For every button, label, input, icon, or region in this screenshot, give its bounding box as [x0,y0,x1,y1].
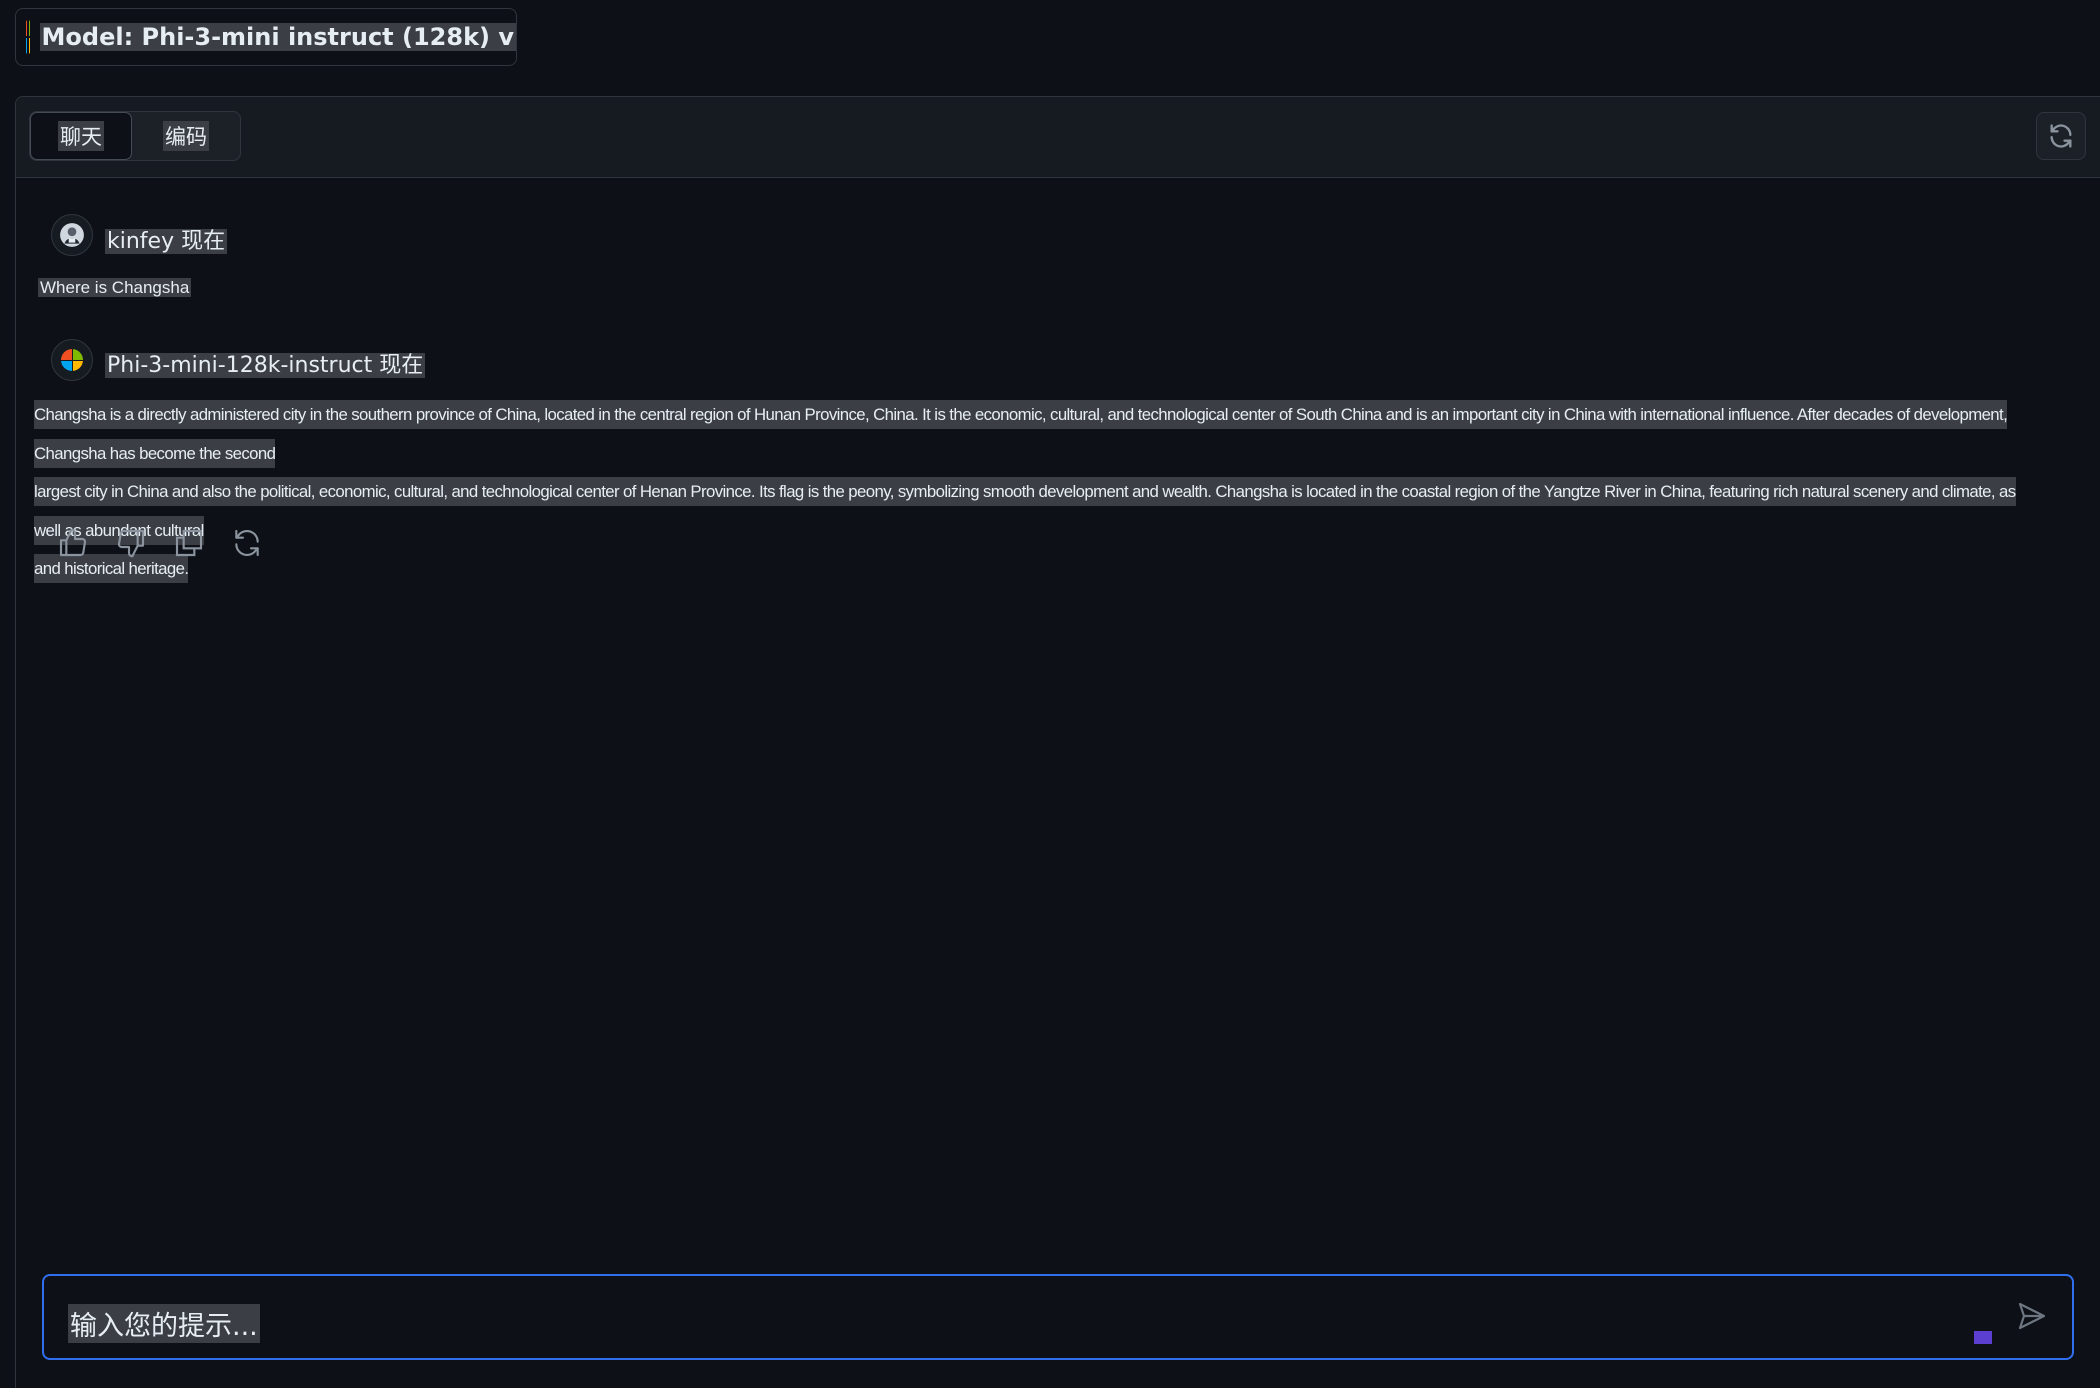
thumbs-down-button[interactable] [115,527,147,559]
model-picker[interactable]: Model: Phi-3-mini instruct (128k) v [15,8,517,66]
assistant-avatar [51,339,93,381]
user-avatar-icon [60,223,84,247]
refresh-icon [2050,124,2072,148]
copy-button[interactable] [173,527,205,559]
assistant-message-line: Changsha is a directly administered city… [34,396,2044,473]
message-actions [57,527,263,559]
input-indicator [1974,1331,1992,1344]
assistant-message-line: largest city in China and also the polit… [34,473,2044,550]
prompt-input[interactable] [44,1276,2072,1358]
send-button[interactable] [2014,1298,2050,1334]
tab-code[interactable]: 编码 [132,112,240,160]
microsoft-logo-icon [61,349,83,371]
regenerate-icon [235,529,259,557]
thumbs-down-icon [117,529,145,558]
assistant-message-text: Changsha is a directly administered city… [34,396,2044,589]
thumbs-up-button[interactable] [57,527,89,559]
user-avatar [51,214,93,256]
tab-group: 聊天 编码 [29,111,241,161]
user-message-text: Where is Changsha [38,278,192,297]
chat-panel: 聊天 编码 [15,96,2100,1388]
tab-chat-label: 聊天 [58,121,104,151]
tab-code-label: 编码 [163,121,209,151]
regenerate-button[interactable] [231,527,263,559]
refresh-button[interactable] [2036,112,2086,160]
assistant-message-line: and historical heritage. [34,550,2044,589]
microsoft-logo-icon [26,20,30,54]
model-picker-label: Model: Phi-3-mini instruct (128k) v [39,23,516,51]
thumbs-up-icon [59,528,87,557]
user-sender-name: kinfey 现在 [105,229,228,254]
copy-icon [175,529,203,557]
panel-header: 聊天 编码 [16,97,2100,178]
send-icon [2018,1302,2046,1330]
prompt-placeholder: 输入您的提示... [68,1304,260,1343]
prompt-box: 输入您的提示... [42,1274,2074,1360]
tab-chat[interactable]: 聊天 [30,112,132,160]
assistant-sender-name: Phi-3-mini-128k-instruct 现在 [105,353,426,378]
